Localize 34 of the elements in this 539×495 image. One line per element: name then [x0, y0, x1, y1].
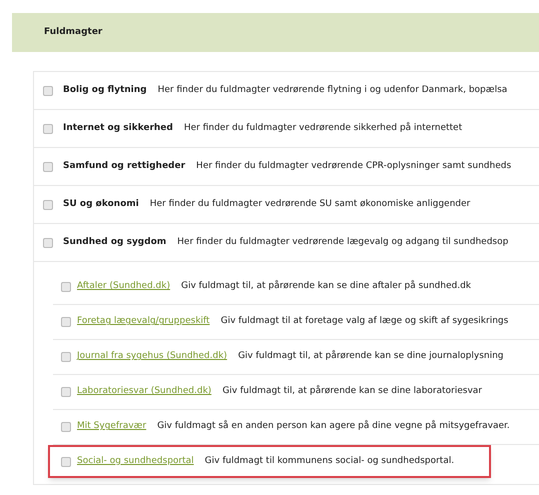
category-label[interactable]: Sundhed og sygdom: [63, 236, 166, 250]
permission-description: Giv fuldmagt til, at pårørende kan se dine journaloplysning: [238, 350, 504, 364]
checkbox[interactable]: [43, 124, 53, 134]
checkbox[interactable]: [61, 456, 71, 466]
checkbox[interactable]: [43, 238, 53, 248]
category-label[interactable]: Bolig og flytning: [63, 84, 147, 98]
link[interactable]: Social- og sundhedsportal: [77, 454, 194, 468]
permission-description: Giv fuldmagt til, at pårørende kan se dine laboratoriesvar: [222, 385, 482, 398]
link[interactable]: Mit Sygefravær: [77, 420, 146, 434]
link[interactable]: Foretag lægevalg/gruppeskift: [77, 315, 210, 329]
checkbox[interactable]: [43, 200, 53, 210]
checkbox[interactable]: [43, 162, 53, 172]
checkbox[interactable]: [61, 317, 71, 327]
category-description: Her finder du fuldmagter vedrørende SU samt økonomiske anliggender: [150, 198, 470, 211]
category-description: Her finder du fuldmagter vedrørende sikkerhed på internettet: [184, 122, 462, 135]
section-title: Fuldmagter: [44, 26, 102, 39]
checkbox[interactable]: [43, 86, 53, 96]
category-label[interactable]: Samfund og rettigheder: [63, 160, 186, 174]
category-description: Her finder du fuldmagter vedrørende CPR-oplysninger samt sundheds: [196, 160, 512, 173]
category-description: Her finder du fuldmagter vedrørende flytning i og udenfor Danmark, bopælsa: [158, 84, 508, 97]
permission-description: Giv fuldmagt til, at pårørende kan se dine aftaler på sundhed.dk: [181, 280, 472, 294]
category-label[interactable]: Internet og sikkerhed: [63, 122, 173, 136]
checkbox[interactable]: [61, 387, 71, 397]
checkbox[interactable]: [61, 352, 71, 362]
link[interactable]: Aftaler (Sundhed.dk): [77, 280, 170, 294]
permission-description: Giv fuldmagt til kommunens social- og sundhedsportal.: [204, 454, 454, 468]
link[interactable]: Laboratoriesvar (Sundhed.dk): [77, 385, 212, 399]
link[interactable]: Journal fra sygehus (Sundhed.dk): [77, 350, 228, 364]
category-label[interactable]: SU og økonomi: [63, 198, 139, 212]
checkbox[interactable]: [61, 282, 71, 292]
checkbox[interactable]: [61, 422, 71, 432]
permission-description: Giv fuldmagt så en anden person kan agere på dine vegne på mitsygefravaer.: [157, 420, 510, 434]
category-description: Her finder du fuldmagter vedrørende lægevalg og adgang til sundhedsop: [177, 236, 508, 249]
permission-description: Giv fuldmagt til at foretage valg af læge og skift af sygesikrings: [220, 315, 508, 328]
